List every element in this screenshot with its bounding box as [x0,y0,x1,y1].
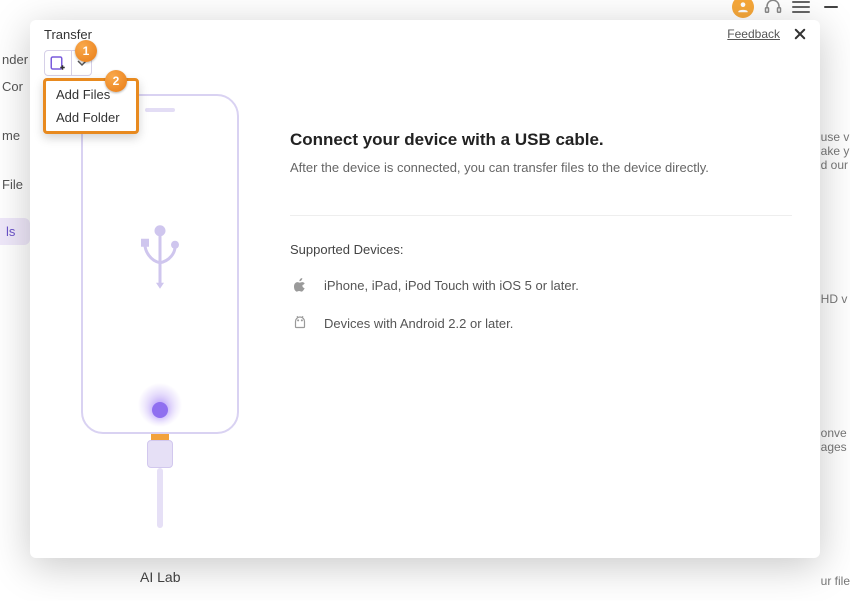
dialog-body: Connect your device with a USB cable. Af… [30,76,820,550]
annotation-badge-2: 2 [105,70,127,92]
usb-trident-icon [130,223,190,298]
bg-text: Cor [0,75,30,98]
bg-text: File [0,173,30,196]
bg-text: use v ake y d our [821,130,850,172]
supported-devices-title: Supported Devices: [290,242,792,257]
minimize-icon[interactable] [824,6,838,8]
phone-outline-icon [81,94,239,434]
menu-add-folder[interactable]: Add Folder [46,106,136,129]
hamburger-icon[interactable] [792,0,810,16]
dialog-toolbar: 1 2 Add Files Add Folder [30,46,820,76]
divider [290,215,792,216]
supported-android-row: Devices with Android 2.2 or later. [290,313,792,333]
bg-text: HD v [821,292,850,306]
bg-right-fragments: use v ake y d our HD v onve ages ur file [821,130,850,588]
bg-left-fragments: nder Cor me File ls [0,48,30,245]
bg-active-tab[interactable]: ls [0,218,30,245]
bg-footer-item[interactable]: AI Lab [110,559,210,595]
supported-ios-text: iPhone, iPad, iPod Touch with iOS 5 or l… [324,278,579,293]
phone-home-button-icon [152,402,168,418]
account-icon[interactable] [732,0,754,18]
add-file-button[interactable] [44,50,72,76]
close-icon[interactable] [792,26,808,42]
supported-android-text: Devices with Android 2.2 or later. [324,316,513,331]
feedback-link[interactable]: Feedback [727,27,780,41]
android-icon [290,313,310,333]
app-topbar [0,0,850,14]
bg-text: onve ages [821,426,850,454]
dialog-content: Connect your device with a USB cable. Af… [290,94,800,540]
bg-text: ur file [821,574,850,588]
support-icon[interactable] [764,0,782,16]
phone-illustration [50,94,270,540]
phone-speaker-icon [145,108,175,112]
apple-icon [290,275,310,295]
transfer-dialog: Transfer Feedback 1 2 Add Files Add Fold… [30,20,820,558]
dialog-header: Transfer Feedback [30,20,820,46]
usb-cable-icon [148,432,172,528]
annotation-badge-1: 1 [75,40,97,62]
connect-heading: Connect your device with a USB cable. [290,130,792,150]
bg-text: me [0,124,30,147]
connect-subtext: After the device is connected, you can t… [290,160,792,175]
bg-text: nder [0,48,30,71]
supported-ios-row: iPhone, iPad, iPod Touch with iOS 5 or l… [290,275,792,295]
